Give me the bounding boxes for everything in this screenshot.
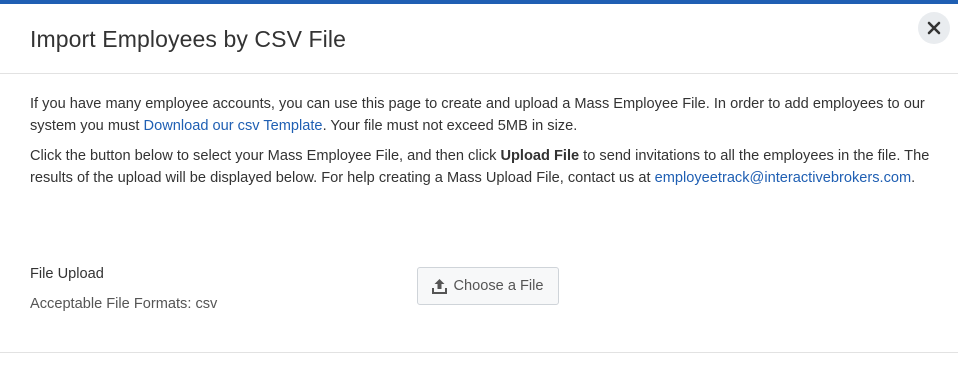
modal-title: Import Employees by CSV File bbox=[30, 26, 346, 52]
modal-header: Import Employees by CSV File bbox=[0, 4, 958, 74]
instructions-text-3: . bbox=[911, 170, 916, 186]
upload-icon bbox=[432, 278, 448, 294]
upload-file-emphasis: Upload File bbox=[500, 148, 580, 164]
modal-body: If you have many employee accounts, you … bbox=[30, 93, 930, 197]
instructions-paragraph: Click the button below to select your Ma… bbox=[30, 145, 930, 189]
support-email-link[interactable]: employeetrack@interactivebrokers.com bbox=[655, 170, 912, 186]
download-template-link[interactable]: Download our csv Template bbox=[144, 118, 323, 134]
file-upload-row: File Upload Acceptable File Formats: csv… bbox=[30, 266, 930, 326]
instructions-text-1: Click the button below to select your Ma… bbox=[30, 148, 501, 164]
intro-paragraph: If you have many employee accounts, you … bbox=[30, 93, 930, 137]
intro-text-2: . Your file must not exceed 5MB in size. bbox=[322, 118, 578, 134]
acceptable-formats-text: Acceptable File Formats: csv bbox=[30, 296, 218, 312]
choose-file-label: Choose a File bbox=[453, 278, 544, 294]
choose-file-button[interactable]: Choose a File bbox=[417, 267, 559, 305]
import-employees-modal: Import Employees by CSV File If you have… bbox=[0, 0, 958, 382]
close-button[interactable] bbox=[918, 12, 950, 44]
footer-divider bbox=[0, 352, 958, 353]
close-icon bbox=[927, 21, 941, 35]
file-upload-label: File Upload bbox=[30, 266, 104, 282]
